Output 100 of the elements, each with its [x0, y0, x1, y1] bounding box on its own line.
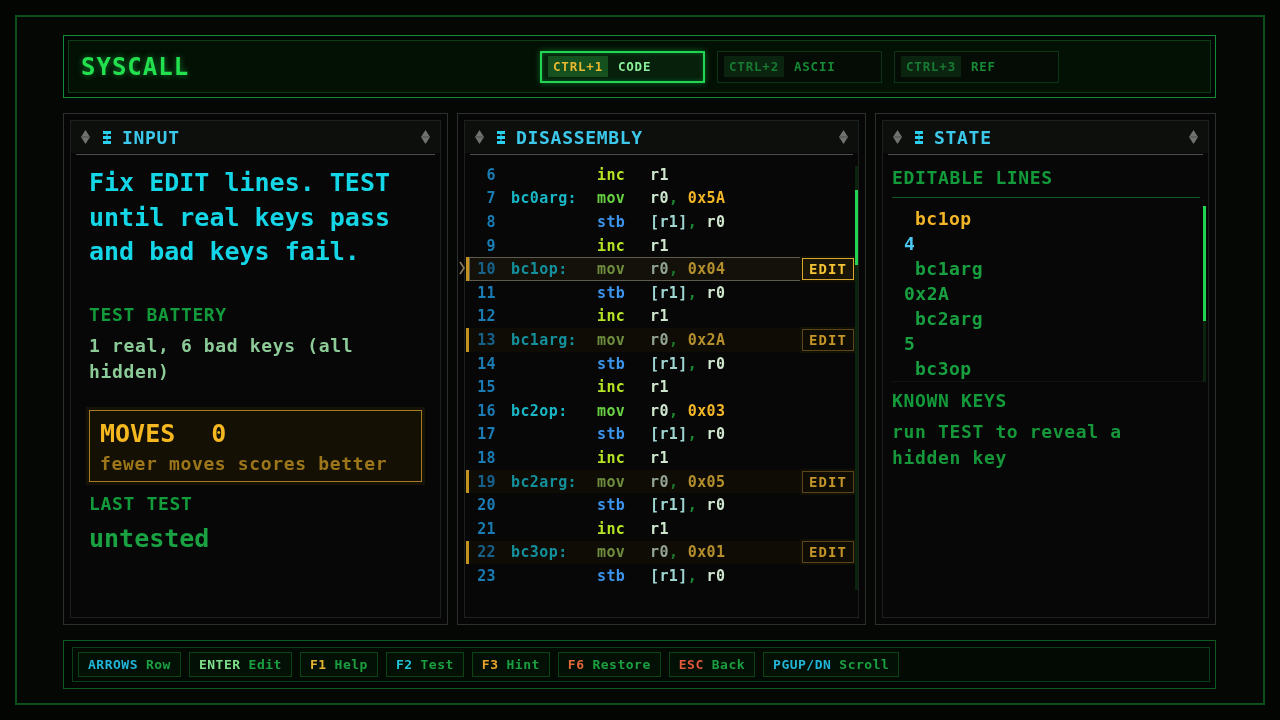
- line-name: bc3op: [915, 357, 972, 381]
- code-line[interactable]: 21 inc r1: [466, 516, 855, 541]
- mnemonic: mov: [597, 543, 626, 562]
- editable-line-item[interactable]: bc3op: [892, 356, 1203, 381]
- operands: r0, 0x01: [650, 543, 726, 562]
- hint-key: ESC: [678, 657, 704, 672]
- diamond-icon: [421, 130, 430, 144]
- moves-count: 0: [211, 418, 227, 449]
- mnemonic: inc: [597, 519, 626, 538]
- code-line[interactable]: 6 inc r1: [466, 163, 855, 187]
- hint-label: Hint: [506, 657, 540, 672]
- code-line[interactable]: 8 stb [r1], r0: [466, 210, 855, 234]
- operands: [r1], r0: [650, 425, 726, 444]
- scrollbar[interactable]: [855, 166, 858, 590]
- code-line[interactable]: 9 inc r1: [466, 233, 855, 258]
- code-line[interactable]: 7 bc0arg: mov r0, 0x5A: [466, 186, 855, 211]
- code-line[interactable]: 17 stb [r1], r0: [466, 422, 855, 447]
- operands: r0, 0x03: [650, 401, 726, 420]
- tab[interactable]: CTRL+1 CODE: [540, 50, 705, 83]
- section-heading: TEST BATTERY: [89, 302, 227, 327]
- diamond-icon: [475, 130, 484, 144]
- mnemonic: stb: [597, 213, 626, 231]
- mnemonic: inc: [597, 165, 626, 184]
- hint-key: F1: [309, 657, 327, 672]
- hint-label: Restore: [592, 657, 651, 672]
- line-value: 5: [904, 332, 916, 356]
- code-line[interactable]: 16 bc2op: mov r0, 0x03: [466, 398, 855, 423]
- tab[interactable]: CTRL+3 REF: [894, 50, 1059, 83]
- known-keys-text: run TEST to reveal a hidden key: [892, 420, 1123, 470]
- mnemonic: stb: [597, 425, 626, 444]
- operands: [r1], r0: [650, 283, 726, 302]
- hint-key: F3: [481, 657, 499, 672]
- line-number: 12: [477, 307, 496, 326]
- line-number: 16: [477, 401, 496, 420]
- line-name: bc2arg: [915, 307, 984, 331]
- mnemonic: mov: [597, 472, 626, 491]
- code-label: bc1op:: [511, 260, 568, 279]
- edit-button[interactable]: EDIT: [801, 470, 854, 493]
- code-line[interactable]: 12 inc r1: [466, 304, 855, 329]
- moves-hint: fewer moves scores better: [100, 452, 388, 475]
- hint-label: Help: [334, 657, 368, 672]
- operands: r1: [650, 448, 669, 467]
- scrollbar[interactable]: [1203, 206, 1206, 382]
- code-line[interactable]: 23 stb [r1], r0: [466, 564, 855, 588]
- edit-button[interactable]: EDIT: [801, 541, 854, 564]
- hint-label: Edit: [248, 657, 282, 672]
- code-line[interactable]: 11 stb [r1], r0: [466, 280, 855, 305]
- mnemonic: inc: [597, 448, 626, 467]
- battery-text: 1 real, 6 bad keys (all hidden): [89, 333, 355, 384]
- code-line[interactable]: 15 inc r1: [466, 375, 855, 399]
- panel-title: DISASSEMBLY: [516, 126, 643, 148]
- operands: r0, 0x5A: [650, 189, 726, 208]
- test-result: untested: [89, 523, 210, 554]
- stack-icon: [497, 130, 505, 144]
- operands: r0, 0x2A: [650, 330, 726, 349]
- app-title: SYSCALL: [81, 52, 190, 81]
- stack-icon: [103, 130, 111, 144]
- hint-label: Test: [420, 657, 454, 672]
- operands: r1: [650, 307, 669, 326]
- hint-key: F6: [567, 657, 585, 672]
- mnemonic: stb: [597, 496, 626, 515]
- tab[interactable]: CTRL+2 ASCII: [717, 50, 882, 83]
- hint-label: Row: [145, 657, 171, 672]
- line-number: 11: [477, 283, 496, 302]
- operands: [r1], r0: [650, 354, 726, 373]
- mnemonic: stb: [597, 354, 626, 373]
- edit-button[interactable]: EDIT: [801, 328, 854, 351]
- mnemonic: mov: [597, 189, 626, 208]
- hint-key: F2: [395, 657, 413, 672]
- panel-title: INPUT: [122, 126, 180, 148]
- editable-line-item[interactable]: bc1op 4: [892, 206, 1203, 256]
- hint-label: Scroll: [839, 657, 890, 672]
- hint-key: ENTER: [198, 657, 241, 672]
- code-label: bc1arg:: [511, 330, 577, 349]
- mnemonic: inc: [597, 307, 626, 326]
- line-number: 13: [477, 330, 496, 349]
- diamond-icon: [1189, 130, 1198, 144]
- code-line[interactable]: 20 stb [r1], r0: [466, 493, 855, 517]
- stack-icon: [915, 130, 923, 144]
- line-number: 14: [477, 354, 496, 373]
- hint-key: ARROWS: [88, 657, 138, 672]
- operands: r1: [650, 236, 669, 255]
- operands: r1: [650, 519, 669, 538]
- diamond-icon: [81, 130, 90, 144]
- mnemonic: stb: [597, 566, 626, 585]
- line-value: 4: [904, 232, 916, 256]
- section-heading: KNOWN KEYS: [892, 389, 1007, 413]
- line-number: 18: [477, 448, 496, 467]
- edit-button[interactable]: EDIT: [801, 258, 854, 281]
- moves-label: MOVES: [100, 418, 176, 449]
- mnemonic: inc: [597, 378, 626, 397]
- hint-label: Back: [711, 657, 746, 672]
- code-line[interactable]: 18 inc r1: [466, 446, 855, 470]
- line-number: 9: [486, 236, 496, 255]
- line-number: 15: [477, 378, 496, 397]
- code-line[interactable]: 14 stb [r1], r0: [466, 351, 855, 376]
- line-number: 7: [486, 189, 496, 208]
- mnemonic: mov: [597, 330, 626, 349]
- operands: [r1], r0: [650, 213, 726, 231]
- code-label: bc2arg:: [511, 472, 577, 491]
